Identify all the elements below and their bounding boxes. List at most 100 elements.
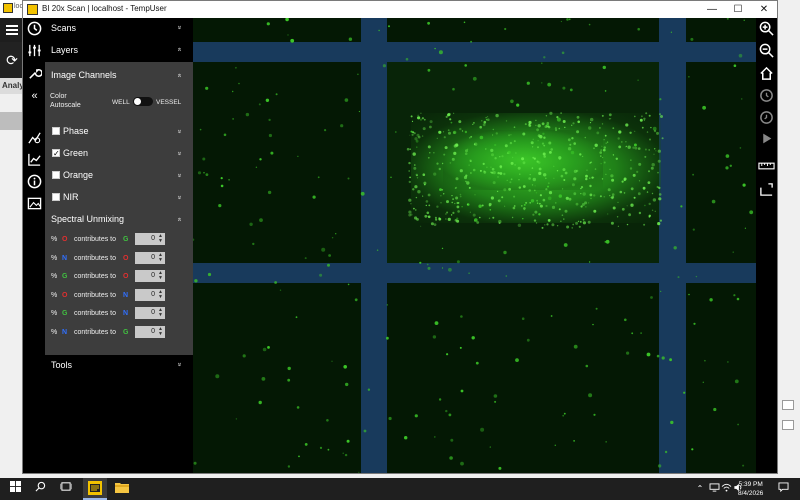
cluster-speck <box>408 180 411 184</box>
cluster-speck <box>522 132 526 136</box>
graph-icon[interactable] <box>26 152 43 169</box>
fluorescence-image-viewer[interactable] <box>193 18 756 473</box>
stepper-icon[interactable]: ▲ ▼ <box>158 289 163 300</box>
chevron-down-icon[interactable]: » <box>176 130 183 134</box>
zoom-in-icon[interactable] <box>758 21 775 38</box>
maximize-button[interactable]: ☐ <box>725 1 751 18</box>
channel-row-phase[interactable]: Phase » <box>45 122 193 142</box>
task-view-icon[interactable] <box>58 481 74 497</box>
cluster-speck <box>523 207 526 210</box>
layers-section-header[interactable]: Layers « <box>45 40 193 62</box>
cluster-speck <box>537 140 539 142</box>
chevron-down-icon[interactable]: » <box>176 152 183 156</box>
cluster-speck <box>414 185 418 189</box>
hamburger-menu-icon[interactable] <box>0 18 24 42</box>
taskbar-app-active[interactable] <box>83 478 107 500</box>
scans-section-header[interactable]: Scans » <box>45 18 193 40</box>
cluster-speck <box>528 189 531 192</box>
cluster-speck <box>499 172 503 175</box>
cluster-speck <box>406 147 410 151</box>
green-checkbox[interactable]: ✓ <box>52 149 60 158</box>
fluorescent-speck <box>340 124 344 128</box>
channel-row-orange[interactable]: Orange » <box>45 166 193 186</box>
cluster-speck <box>456 201 459 205</box>
cluster-speck <box>553 177 555 179</box>
cluster-speck <box>588 126 592 130</box>
scale-bar-icon[interactable] <box>758 182 775 199</box>
tools-section-header[interactable]: Tools » <box>45 355 193 377</box>
fluorescent-speck <box>595 307 598 310</box>
autoscale-toggle[interactable] <box>133 97 153 106</box>
refresh-icon[interactable]: ⟳ <box>0 42 24 78</box>
zoom-out-icon[interactable] <box>758 43 775 60</box>
cluster-speck <box>495 113 499 118</box>
chevron-up-icon: « <box>175 217 183 222</box>
background-tab-analysis[interactable]: Analy <box>0 78 24 94</box>
history-back-icon[interactable] <box>758 110 775 127</box>
fluorescent-speck <box>319 273 323 277</box>
fluorescent-speck <box>656 354 660 358</box>
cluster-speck <box>408 170 411 172</box>
stepper-icon[interactable]: ▲ ▼ <box>158 326 163 337</box>
image-icon[interactable] <box>26 196 43 213</box>
image-channels-header[interactable]: Image Channels « <box>45 66 193 86</box>
cluster-speck <box>650 126 652 129</box>
phase-checkbox[interactable] <box>52 127 60 135</box>
cluster-speck <box>575 169 579 173</box>
search-icon[interactable] <box>32 481 48 497</box>
fluorescent-speck <box>468 272 470 274</box>
cluster-speck <box>483 120 487 124</box>
stepper-icon[interactable]: ▲ ▼ <box>158 308 163 318</box>
wrench-icon[interactable] <box>26 66 43 83</box>
cluster-speck <box>512 206 516 210</box>
analysis-settings-icon[interactable] <box>26 130 43 147</box>
cluster-speck <box>472 213 476 217</box>
cluster-speck <box>634 146 638 150</box>
background-selected-row[interactable] <box>0 112 24 130</box>
close-button[interactable]: ✕ <box>751 1 777 18</box>
channel-row-green[interactable]: ✓ Green » <box>45 144 193 164</box>
channel-row-nir[interactable]: NIR » <box>45 188 193 208</box>
chevron-down-icon[interactable]: » <box>176 174 183 178</box>
cluster-speck <box>653 153 655 155</box>
play-icon[interactable] <box>758 132 775 149</box>
cluster-speck <box>654 210 656 212</box>
cluster-speck <box>412 152 416 156</box>
home-icon[interactable] <box>758 66 775 83</box>
windows-start-icon[interactable] <box>7 481 23 497</box>
cluster-speck <box>494 157 497 160</box>
fluorescent-speck <box>414 414 418 418</box>
stepper-icon[interactable]: ▲ ▼ <box>158 271 163 281</box>
spectral-unmixing-header[interactable]: Spectral Unmixing « <box>45 210 193 230</box>
fluorescent-speck <box>550 315 553 317</box>
fluorescent-speck <box>261 377 266 381</box>
taskbar-clock[interactable]: 5:39 PM 8/4/2026 <box>738 480 763 498</box>
info-icon[interactable] <box>26 174 43 191</box>
cluster-speck <box>576 130 580 134</box>
window-titlebar[interactable]: BI 20x Scan | localhost - TempUser — ☐ ✕ <box>23 1 777 18</box>
cluster-speck <box>515 152 517 154</box>
cluster-speck <box>461 130 464 132</box>
orange-checkbox[interactable] <box>52 171 60 179</box>
cluster-speck <box>626 205 628 207</box>
cluster-speck <box>495 132 498 135</box>
collapse-panel-icon[interactable]: « <box>26 88 43 105</box>
chevron-down-icon[interactable]: » <box>176 196 183 200</box>
sliders-icon[interactable] <box>26 43 43 60</box>
history-forward-icon[interactable] <box>758 88 775 105</box>
ruler-icon[interactable] <box>758 158 775 175</box>
minimize-button[interactable]: — <box>699 1 725 18</box>
fluorescent-speck <box>344 453 348 457</box>
notifications-icon[interactable] <box>775 481 791 497</box>
nir-checkbox[interactable] <box>52 193 60 201</box>
cluster-speck <box>660 115 663 118</box>
fluorescent-speck <box>740 98 743 100</box>
fluorescent-speck <box>711 199 716 204</box>
file-explorer-icon[interactable] <box>114 481 130 497</box>
clock-icon[interactable] <box>26 21 43 38</box>
fluorescent-speck <box>207 272 212 277</box>
stepper-icon[interactable]: ▲ ▼ <box>158 234 163 244</box>
stepper-icon[interactable]: ▲ ▼ <box>158 252 163 263</box>
fluorescent-speck <box>633 143 637 147</box>
cluster-speck <box>521 157 525 161</box>
